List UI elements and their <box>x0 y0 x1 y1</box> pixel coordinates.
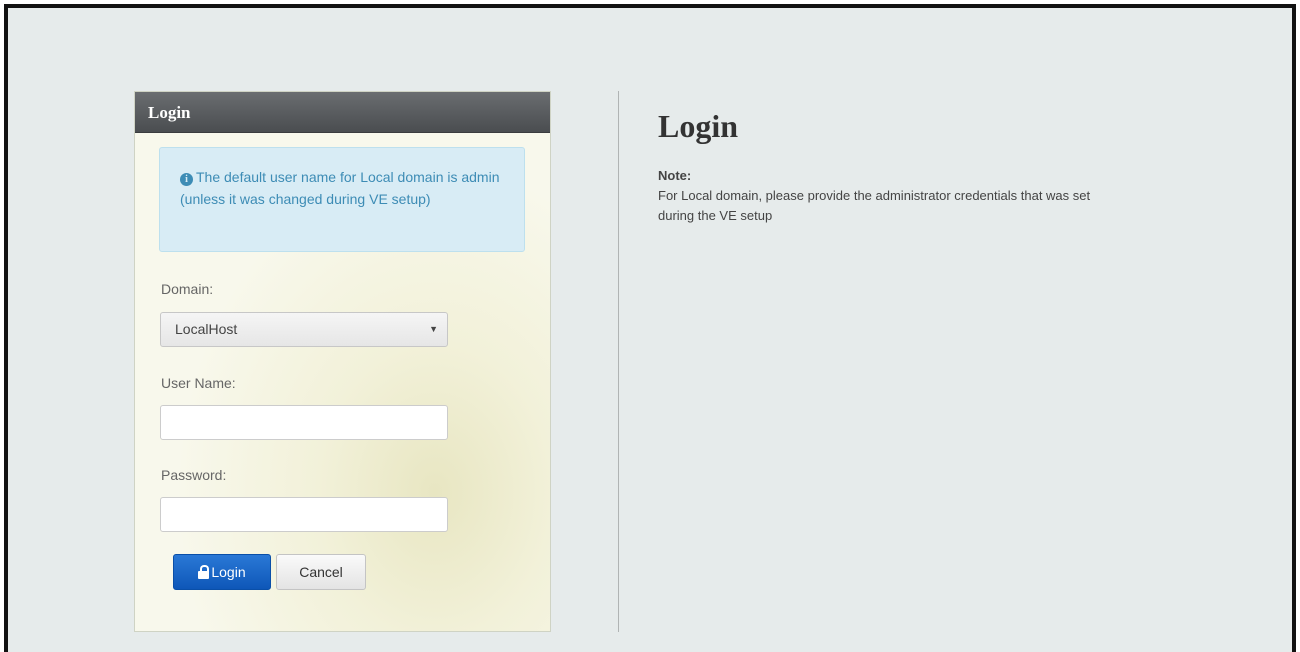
lock-icon <box>198 565 210 579</box>
password-label: Password: <box>161 467 227 483</box>
cancel-button[interactable]: Cancel <box>276 554 366 590</box>
login-button[interactable]: Login <box>173 554 271 590</box>
help-title: Login <box>658 108 739 144</box>
domain-selected-value: LocalHost <box>175 321 238 337</box>
info-alert: i The default user name for Local domain … <box>159 147 525 252</box>
password-input[interactable] <box>160 497 448 532</box>
info-message: The default user name for Local domain i… <box>180 169 500 207</box>
login-button-label: Login <box>211 564 246 580</box>
help-note-text: For Local domain, please provide the adm… <box>658 188 1091 223</box>
cancel-button-label: Cancel <box>299 564 343 580</box>
vertical-divider <box>618 91 619 632</box>
login-panel: Login i The default user name for Local d… <box>134 91 551 632</box>
username-label: User Name: <box>161 375 236 391</box>
domain-label: Domain: <box>161 281 214 297</box>
domain-select[interactable]: LocalHost ▼ <box>160 312 448 347</box>
info-circle-icon: i <box>180 173 193 186</box>
app-window: Login i The default user name for Local d… <box>4 4 1296 652</box>
help-note-label: Note: <box>658 168 692 183</box>
login-panel-header: Login <box>135 92 550 133</box>
caret-down-icon: ▼ <box>429 324 438 334</box>
username-input[interactable] <box>160 405 448 440</box>
